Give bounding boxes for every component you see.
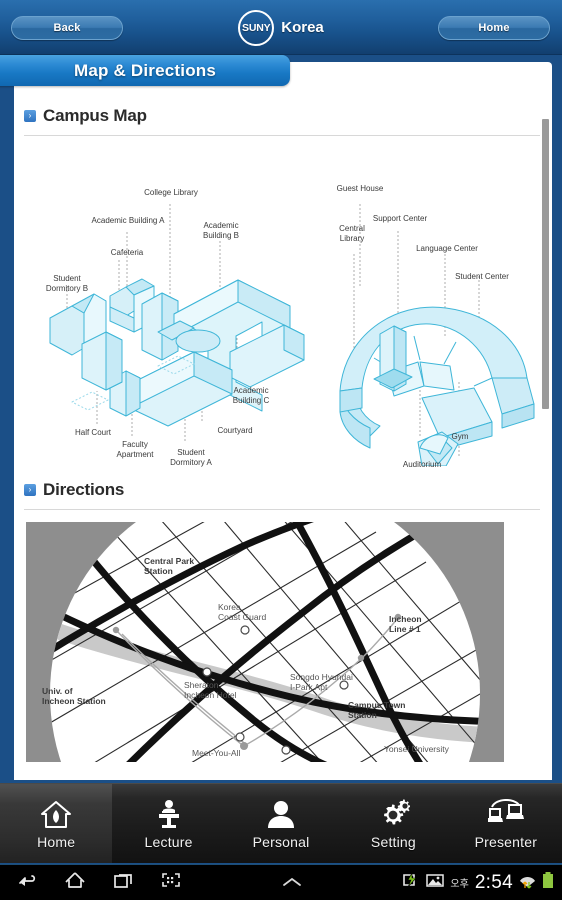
laptops-sync-icon — [487, 797, 524, 831]
direction-label-central-park-station: Central Park Station — [144, 556, 195, 576]
campus-label-student-dormitory-b: Student Dormitory B — [45, 274, 89, 293]
direction-label-sheraton-incheon-hotel: Sheraton Incheon Hotel — [184, 680, 237, 700]
house-leaf-icon — [38, 797, 74, 831]
korea-logo-text: Korea — [281, 19, 324, 36]
campus-map-bullet-icon: › — [24, 110, 36, 122]
campus-label-college-library: College Library — [144, 188, 198, 197]
am-pm-indicator: 오후 — [450, 879, 469, 890]
scroll-content[interactable]: › Campus Map College Library Academic Bu… — [14, 62, 552, 762]
campus-label-academic-building-b: Academic Building B — [202, 221, 240, 240]
nav-item-presenter[interactable]: Presenter — [450, 784, 562, 863]
campus-label-courtyard: Courtyard — [217, 426, 253, 435]
direction-label-songdo-hyundai-i-park-apt: Songdo Hyundai I-Park Apt — [290, 672, 353, 692]
system-nav-buttons — [0, 871, 182, 894]
campus-label-cafeteria: Cafeteria — [110, 248, 144, 257]
section-header-directions: › Directions — [14, 480, 552, 500]
back-icon[interactable] — [16, 871, 38, 894]
nav-item-personal[interactable]: Personal — [225, 784, 337, 863]
directions-bullet-icon: › — [24, 484, 36, 496]
section-header-campus-map: › Campus Map — [14, 106, 552, 126]
suny-logo-circle: SUNY — [238, 9, 275, 46]
battery-icon — [542, 871, 554, 894]
clock-time: 2:54 — [474, 871, 513, 893]
campus-label-central-library: Central Library — [339, 224, 365, 243]
campus-label-student-dormitory-a: Student Dormitory A — [170, 448, 212, 467]
campus-label-language-center: Language Center — [416, 244, 478, 253]
bottom-navigation: Home Lecture Personal Setting Presenter — [0, 783, 562, 863]
campus-label-half-court: Half Court — [74, 428, 111, 437]
direction-label-korea-coast-guard: Korea Coast Guard — [218, 602, 267, 622]
campus-label-guest-house: Guest House — [336, 184, 384, 193]
campus-label-support-center: Support Center — [372, 214, 428, 223]
directions-title: Directions — [43, 480, 125, 499]
vertical-scrollbar[interactable] — [542, 119, 549, 409]
campus-label-auditorium: Auditorium — [402, 460, 442, 469]
nav-item-home[interactable]: Home — [0, 784, 113, 863]
nav-item-lecture[interactable]: Lecture — [112, 784, 224, 863]
nav-label-home: Home — [37, 834, 76, 850]
campus-map-illustration — [49, 204, 535, 466]
nav-label-setting: Setting — [370, 834, 416, 850]
campus-map-figure: College Library Academic Building A Acad… — [22, 136, 540, 469]
direction-label-univ-of-incheon-station: Univ. of Incheon Station — [42, 686, 106, 706]
directions-map-illustration — [26, 522, 504, 762]
directions-map-figure[interactable]: Central Park Station Korea Coast Guard I… — [26, 522, 504, 762]
content-card: › Campus Map College Library Academic Bu… — [14, 62, 552, 780]
back-button[interactable]: Back — [11, 16, 123, 40]
usb-charging-icon — [402, 871, 420, 893]
directions-divider — [24, 509, 540, 510]
system-status-icons: 오후 2:54 — [402, 871, 562, 894]
campus-label-academic-building-c: Academic Building C — [232, 386, 270, 405]
expand-handle[interactable] — [182, 876, 402, 890]
campus-label-faculty-apartment: Faculty Apartment — [116, 440, 154, 459]
direction-label-campus-town-station: Campus Town Station — [348, 700, 406, 720]
home-button[interactable]: Home — [438, 16, 550, 40]
home-icon[interactable] — [64, 871, 86, 894]
suny-logo-mark: SUNY — [242, 21, 271, 34]
lectern-icon — [151, 797, 187, 831]
nav-label-presenter: Presenter — [474, 834, 538, 850]
recents-icon[interactable] — [112, 871, 134, 894]
campus-label-academic-building-a: Academic Building A — [91, 216, 165, 225]
direction-label-yonsei-university: Yonsei University — [384, 744, 449, 754]
direction-label-incheon-line-1: Incheon Line # 1 — [389, 614, 422, 634]
android-system-bar: 오후 2:54 — [0, 864, 562, 900]
nav-label-personal: Personal — [252, 834, 310, 850]
person-icon — [263, 797, 299, 831]
page-title: Map & Directions — [73, 60, 217, 80]
page-title-tab: Map & Directions — [0, 55, 290, 86]
gears-icon — [375, 797, 411, 831]
top-bar: Back Home SUNY Korea — [0, 0, 562, 55]
direction-label-meet-you-all: Meet-You-All — [192, 748, 241, 758]
campus-map-title: Campus Map — [43, 106, 147, 125]
screenshot-saved-icon — [426, 872, 445, 893]
campus-label-gym: Gym — [451, 432, 469, 441]
app-root: Back Home SUNY Korea › Campus Map Colleg… — [0, 0, 562, 900]
screenshot-icon[interactable] — [160, 871, 182, 894]
nav-item-setting[interactable]: Setting — [337, 784, 449, 863]
campus-label-student-center: Student Center — [455, 272, 509, 281]
nav-label-lecture: Lecture — [144, 834, 193, 850]
wifi-icon — [519, 872, 536, 894]
